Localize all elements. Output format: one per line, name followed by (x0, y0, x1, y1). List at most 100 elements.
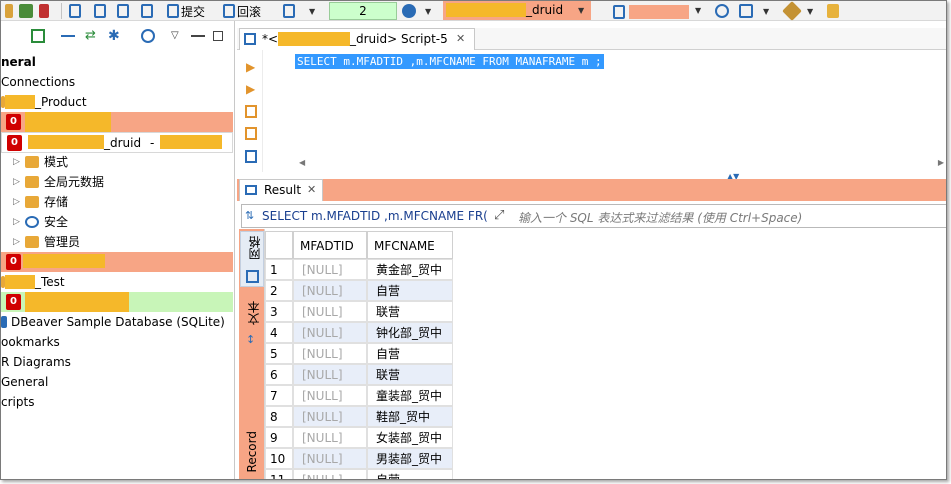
tree-item-product[interactable]: _Product (1, 92, 233, 112)
transaction-mode-dropdown[interactable]: ▼ (309, 3, 315, 19)
expand-filter-icon[interactable]: ⤢ (494, 208, 504, 223)
link-editor-icon[interactable]: ⇄ (85, 29, 99, 43)
table-cell-mfcname[interactable]: 自营 (367, 343, 453, 364)
maximize-icon[interactable] (213, 31, 223, 41)
record-mode-toggle[interactable]: Record (240, 429, 264, 479)
tree-item-admin[interactable]: ▷ 管理员 (1, 232, 233, 252)
row-number[interactable]: 8 (265, 406, 293, 427)
connect-icon[interactable] (19, 3, 33, 19)
tree-item-connection[interactable]: 0 (1, 252, 233, 272)
table-cell-mfcname[interactable]: 联营 (367, 364, 453, 385)
scroll-left-icon[interactable]: ◀ (299, 158, 305, 167)
tree-item-sqlite-sample[interactable]: DBeaver Sample Database (SQLite) (1, 312, 233, 332)
disconnect-icon[interactable] (39, 3, 49, 19)
table-cell-mfadtid[interactable]: [NULL] (293, 385, 367, 406)
table-cell-mfadtid[interactable]: [NULL] (293, 406, 367, 427)
tree-item-storage[interactable]: ▷ 存储 (1, 192, 233, 212)
table-cell-mfadtid[interactable]: [NULL] (293, 469, 367, 479)
expand-arrow-icon[interactable]: ▷ (13, 192, 20, 212)
row-number[interactable]: 6 (265, 364, 293, 385)
sql-editor-icon[interactable] (5, 3, 13, 19)
menu-icon[interactable]: ▽ (171, 29, 185, 43)
tab-script-5[interactable]: *< _druid> Script-5 ✕ (239, 28, 475, 50)
close-icon[interactable]: ✕ (307, 180, 316, 200)
tree-item-global-metadata[interactable]: ▷ 全局元数据 (1, 172, 233, 192)
execute-script-icon[interactable]: ▶ (246, 82, 255, 96)
new-connection-icon[interactable] (31, 29, 45, 43)
collapse-icon[interactable] (61, 35, 75, 37)
transaction-count[interactable]: 2 (329, 2, 397, 20)
row-number[interactable]: 2 (265, 280, 293, 301)
row-number[interactable]: 1 (265, 259, 293, 280)
table-cell-mfcname[interactable]: 自营 (367, 469, 453, 479)
brush-dropdown[interactable]: ▼ (807, 3, 813, 19)
general-folder[interactable]: General (1, 372, 233, 392)
expand-arrow-icon[interactable]: ▷ (13, 232, 20, 252)
table-cell-mfadtid[interactable]: [NULL] (293, 322, 367, 343)
tools-dropdown[interactable]: ▼ (763, 3, 769, 19)
column-header-mfcname[interactable]: MFCNAME (367, 231, 453, 259)
filter-icon[interactable] (141, 29, 155, 43)
scroll-right-icon[interactable]: ▶ (938, 158, 944, 167)
table-cell-mfadtid[interactable]: [NULL] (293, 259, 367, 280)
tree-item-connection[interactable]: 0 (1, 292, 233, 312)
table-cell-mfcname[interactable]: 女装部_贸中 (367, 427, 453, 448)
grid-view-toggle[interactable]: 网格 (240, 231, 264, 287)
table-cell-mfcname[interactable]: 男装部_贸中 (367, 448, 453, 469)
tree-item-connection[interactable]: 0 (1, 112, 233, 132)
table-cell-mfcname[interactable]: 联营 (367, 301, 453, 322)
brush-icon[interactable] (782, 1, 802, 21)
new-script-icon[interactable] (69, 3, 81, 19)
explain-plan-icon[interactable] (245, 127, 257, 140)
table-cell-mfadtid[interactable]: [NULL] (293, 364, 367, 385)
sql-editor[interactable]: ▶ ▶ SELECT m.MFADTID ,m.MFCNAME FROM MAN… (237, 50, 946, 172)
commit-button[interactable]: 提交 (167, 3, 205, 19)
row-number[interactable]: 5 (265, 343, 293, 364)
add-script-icon[interactable] (117, 3, 129, 19)
load-plan-icon[interactable] (245, 150, 257, 163)
row-number[interactable]: 4 (265, 322, 293, 343)
row-number[interactable]: 9 (265, 427, 293, 448)
table-cell-mfcname[interactable]: 黄金部_贸中 (367, 259, 453, 280)
horizontal-scrollbar[interactable]: ◀ ▶ (289, 158, 946, 170)
dashboard-icon[interactable] (715, 3, 729, 19)
expand-arrow-icon[interactable]: ▷ (13, 152, 20, 172)
search-script-icon[interactable] (141, 3, 153, 19)
row-number[interactable]: 3 (265, 301, 293, 322)
connections-folder[interactable]: Connections (1, 72, 233, 92)
text-view-toggle[interactable]: 文本 ↕ (240, 299, 264, 355)
result-filter-bar[interactable]: ⇅ SELECT m.MFADTID ,m.MFCNAME FR( ⤢ 输入一个… (241, 204, 946, 228)
tree-item-security[interactable]: ▷ 安全 (1, 212, 233, 232)
close-icon[interactable]: ✕ (456, 29, 465, 49)
tree-item-schemas[interactable]: ▷ 模式 (1, 152, 233, 172)
table-cell-mfadtid[interactable]: [NULL] (293, 280, 367, 301)
transaction-mode-icon[interactable] (283, 3, 295, 19)
row-number[interactable]: 10 (265, 448, 293, 469)
back-arrow-icon[interactable] (827, 3, 839, 19)
history-dropdown[interactable]: ▼ (425, 3, 431, 19)
tree-item-test[interactable]: _Test (1, 272, 233, 292)
execute-new-tab-icon[interactable] (245, 105, 257, 118)
scripts-folder[interactable]: cripts (1, 392, 233, 412)
column-header-mfadtid[interactable]: MFADTID (293, 231, 367, 259)
rollback-button[interactable]: 回滚 (223, 3, 261, 19)
table-cell-mfadtid[interactable]: [NULL] (293, 343, 367, 364)
gear-icon[interactable]: ✱ (108, 29, 122, 43)
tools-icon[interactable] (739, 3, 753, 19)
active-connection-selector[interactable]: _druid ▼ (443, 1, 591, 20)
er-diagrams-folder[interactable]: R Diagrams (1, 352, 233, 372)
tab-result[interactable]: Result ✕ (239, 179, 323, 201)
bookmarks-folder[interactable]: ookmarks (1, 332, 233, 352)
expand-arrow-icon[interactable]: ▷ (13, 172, 20, 192)
row-number[interactable]: 11 (265, 469, 293, 479)
table-cell-mfadtid[interactable]: [NULL] (293, 301, 367, 322)
open-script-icon[interactable] (94, 3, 106, 19)
table-cell-mfadtid[interactable]: [NULL] (293, 448, 367, 469)
table-cell-mfcname[interactable]: 鞋部_贸中 (367, 406, 453, 427)
execute-statement-icon[interactable]: ▶ (246, 60, 255, 74)
minimize-icon[interactable] (191, 35, 205, 37)
sql-statement[interactable]: SELECT m.MFADTID ,m.MFCNAME FROM MANAFRA… (295, 54, 604, 69)
active-database-selector[interactable]: ▼ (613, 2, 701, 20)
table-cell-mfadtid[interactable]: [NULL] (293, 427, 367, 448)
expand-arrow-icon[interactable]: ▷ (13, 212, 20, 232)
